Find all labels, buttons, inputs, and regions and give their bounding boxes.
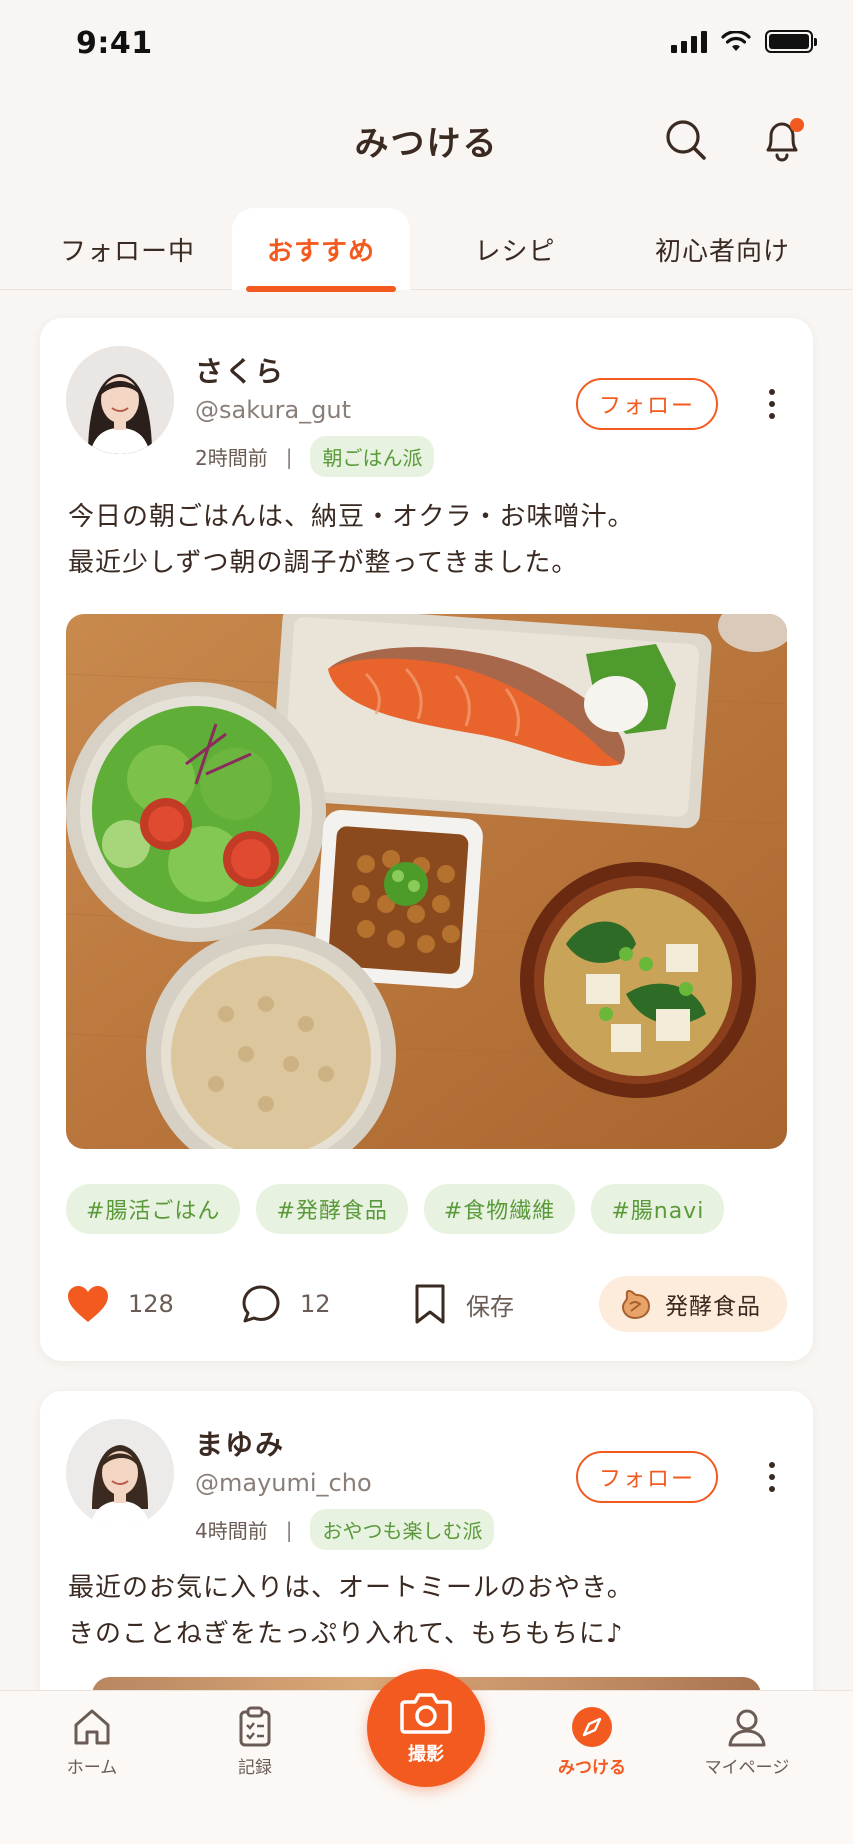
user-style-badge: 朝ごはん派	[310, 436, 435, 477]
cellular-signal-icon	[671, 30, 707, 53]
post-time: 2時間前	[195, 446, 268, 470]
heart-icon	[68, 1286, 108, 1322]
app-header: みつける	[0, 92, 853, 212]
like-count: 128	[128, 1290, 174, 1318]
clipboard-icon	[239, 1706, 271, 1747]
user-handle: @mayumi_cho	[195, 1469, 372, 1497]
bookmark-icon	[415, 1284, 445, 1324]
status-icons	[671, 30, 817, 53]
meta-separator: |	[285, 444, 293, 469]
nav-label: みつける	[558, 1758, 626, 1778]
post-card: さくら @sakura_gut 2時間前 | 朝ごはん派 フォロー 今日の朝ごは…	[40, 318, 813, 1361]
hashtag[interactable]: #腸navi	[591, 1184, 725, 1234]
nav-discover[interactable]: みつける	[537, 1705, 647, 1778]
more-icon	[769, 1462, 775, 1468]
like-button[interactable]: 128	[66, 1276, 174, 1332]
post-text: 最近のお気に入りは、オートミールのおやき。 きのことねぎをたっぷり入れて、もちも…	[68, 1573, 634, 1649]
post-actions: 128 12 保存 発酵食品	[66, 1276, 787, 1332]
post-text: 今日の朝ごはんは、納豆・オクラ・お味噌汁。 最近少しずつ朝の調子が整ってきました…	[68, 502, 635, 578]
status-time: 9:41	[76, 26, 153, 61]
save-label: 保存	[466, 1292, 514, 1321]
camera-button[interactable]: 撮影	[367, 1669, 485, 1787]
wifi-icon	[721, 30, 751, 51]
page-title: みつける	[354, 124, 499, 164]
battery-icon	[765, 30, 817, 53]
post-time: 4時間前	[195, 1519, 268, 1543]
more-icon	[769, 389, 775, 395]
nav-record[interactable]: 記録	[200, 1705, 310, 1778]
post-meta: 2時間前 | 朝ごはん派	[195, 436, 435, 477]
post-photo[interactable]	[66, 614, 787, 1149]
notification-button[interactable]	[752, 110, 812, 170]
nav-mypage[interactable]: マイページ	[692, 1705, 802, 1778]
home-icon	[74, 1709, 110, 1745]
hashtag[interactable]: #腸活ごはん	[66, 1184, 241, 1234]
bottom-navigation: ホーム 記録 撮影 みつける マイページ	[0, 1669, 853, 1844]
follow-button[interactable]: フォロー	[576, 1451, 718, 1503]
search-button[interactable]	[656, 110, 716, 170]
hashtag[interactable]: #発酵食品	[256, 1184, 408, 1234]
compass-icon	[572, 1707, 612, 1747]
more-options-button[interactable]	[752, 1457, 792, 1497]
gut-icon	[621, 1289, 651, 1320]
tab-following[interactable]: フォロー中	[40, 208, 215, 290]
notification-badge	[790, 118, 804, 132]
comment-icon	[242, 1285, 280, 1323]
user-icon	[728, 1709, 766, 1747]
username[interactable]: さくら	[195, 350, 285, 390]
nav-home[interactable]: ホーム	[37, 1705, 147, 1778]
search-icon	[666, 120, 706, 160]
meta-separator: |	[285, 1517, 293, 1542]
category-label: 発酵食品	[665, 1294, 761, 1320]
tab-recommended[interactable]: おすすめ	[232, 208, 410, 292]
hashtag-list: #腸活ごはん #発酵食品 #食物繊維 #腸navi	[66, 1184, 725, 1234]
comment-button[interactable]: 12	[240, 1276, 331, 1332]
more-options-button[interactable]	[752, 384, 792, 424]
active-tab-indicator	[246, 286, 396, 292]
follow-button[interactable]: フォロー	[576, 378, 718, 430]
username[interactable]: まゆみ	[195, 1423, 285, 1463]
avatar[interactable]	[66, 1419, 174, 1527]
user-handle: @sakura_gut	[195, 396, 352, 424]
status-bar: 9:41	[0, 0, 853, 92]
save-button[interactable]: 保存	[412, 1276, 514, 1332]
user-style-badge: おやつも楽しむ派	[310, 1509, 495, 1550]
avatar[interactable]	[66, 346, 174, 454]
nav-label: マイページ	[704, 1758, 790, 1778]
post-meta: 4時間前 | おやつも楽しむ派	[195, 1509, 495, 1550]
tab-beginners[interactable]: 初心者向け	[630, 208, 815, 290]
nav-label: 記録	[238, 1758, 272, 1778]
hashtag[interactable]: #食物繊維	[423, 1184, 576, 1234]
nav-label: 撮影	[408, 1744, 444, 1765]
category-badge[interactable]: 発酵食品	[599, 1276, 787, 1332]
camera-icon	[400, 1693, 452, 1734]
tab-recipes[interactable]: レシピ	[440, 208, 590, 290]
nav-label: ホーム	[66, 1758, 118, 1778]
feed-tabs: フォロー中 おすすめ レシピ 初心者向け	[0, 208, 853, 292]
comment-count: 12	[300, 1290, 331, 1318]
